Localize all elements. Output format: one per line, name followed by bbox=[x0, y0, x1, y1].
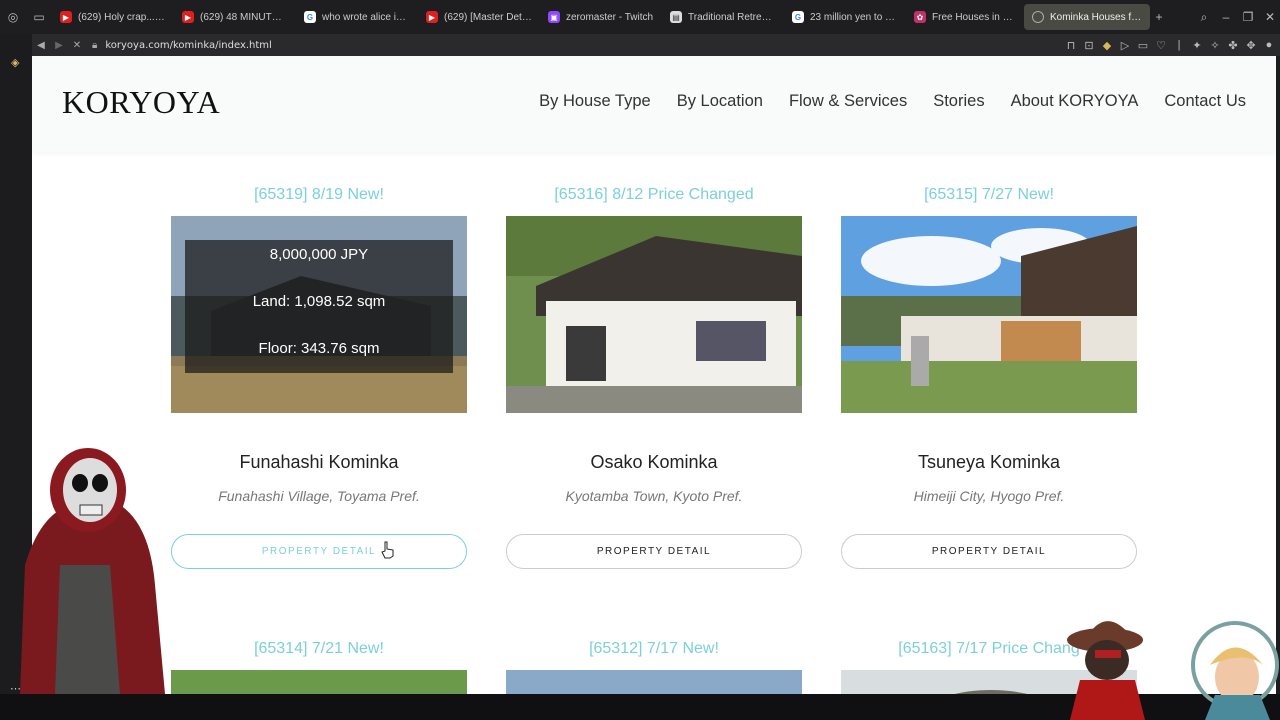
site-icon: ✿ bbox=[914, 11, 926, 23]
bookmark-icon[interactable]: ♡ bbox=[1154, 39, 1168, 52]
listing-photo[interactable] bbox=[506, 670, 802, 694]
close-icon[interactable]: ✕ bbox=[1260, 10, 1280, 25]
extension-icon[interactable]: ✦ bbox=[1190, 39, 1204, 52]
restore-icon[interactable]: ❐ bbox=[1238, 10, 1258, 25]
url-field[interactable]: 🔒︎ koryoya.com/kominka/index.html bbox=[92, 40, 272, 51]
new-tab-icon[interactable]: + bbox=[1150, 0, 1168, 34]
listing-tag[interactable]: [65316] 8/12 Price Changed bbox=[506, 186, 802, 204]
listing-price: 8,000,000 JPY bbox=[269, 246, 369, 263]
pin-icon[interactable]: ⊓ bbox=[1064, 39, 1078, 52]
nav-by-location[interactable]: By Location bbox=[677, 92, 763, 111]
listing-tag[interactable]: [65314] 7/21 New! bbox=[171, 640, 467, 658]
listing-photo[interactable]: 8,000,000 JPY Land: 1,098.52 sqm Floor: … bbox=[171, 216, 467, 413]
property-detail-button[interactable]: PROPERTY DETAIL bbox=[171, 534, 467, 569]
listing-tag[interactable]: [65312] 7/17 New! bbox=[506, 640, 802, 658]
browser-tab[interactable]: ▣ zeromaster - Twitch bbox=[540, 4, 662, 30]
browser-tab[interactable]: ▶ (629) 48 MINUTES OF I bbox=[174, 4, 296, 30]
property-detail-button[interactable]: PROPERTY DETAIL bbox=[506, 534, 802, 569]
listing-name[interactable]: Funahashi Kominka bbox=[171, 452, 467, 473]
nav-stories[interactable]: Stories bbox=[933, 92, 984, 111]
listing-land: Land: 1,098.52 sqm bbox=[252, 293, 386, 310]
listing-photo[interactable] bbox=[171, 670, 467, 694]
listing-card: [65314] 7/21 New! bbox=[171, 640, 467, 694]
profile-icon[interactable]: ● bbox=[1262, 39, 1276, 52]
youtube-icon: ▶ bbox=[426, 11, 438, 23]
divider: | bbox=[1177, 38, 1181, 51]
listing-name[interactable]: Osako Kominka bbox=[506, 452, 802, 473]
browser-tab[interactable]: G who wrote alice in wond bbox=[296, 4, 418, 30]
browser-tab[interactable]: G 23 million yen to usd - G bbox=[784, 4, 906, 30]
streamer-avatar-left bbox=[20, 448, 165, 694]
youtube-icon: ▶ bbox=[60, 11, 72, 23]
listing-info-overlay: 8,000,000 JPY Land: 1,098.52 sqm Floor: … bbox=[185, 240, 453, 373]
play-icon[interactable]: ▷ bbox=[1118, 39, 1132, 52]
browser-tab-active[interactable]: Kominka Houses for sale bbox=[1024, 4, 1150, 30]
site-logo[interactable]: KORYOYA bbox=[62, 84, 220, 121]
property-detail-button[interactable]: PROPERTY DETAIL bbox=[841, 534, 1137, 569]
browser-tab[interactable]: ▶ (629) [Master Detective bbox=[418, 4, 540, 30]
hand-cursor-icon bbox=[381, 541, 394, 559]
extension-icon[interactable]: ✥ bbox=[1244, 39, 1258, 52]
listing-card: [65315] 7/27 New! Tsuneya Kominka Himeij… bbox=[841, 186, 1137, 576]
listing-card: [65312] 7/17 New! bbox=[506, 640, 802, 694]
search-icon[interactable]: ⌕ bbox=[1194, 10, 1214, 25]
wallet-icon[interactable]: ▭ bbox=[1136, 39, 1150, 52]
nav-contact[interactable]: Contact Us bbox=[1164, 92, 1246, 111]
minimize-icon[interactable]: – bbox=[1216, 10, 1236, 25]
listing-location: Himeiji City, Hyogo Pref. bbox=[913, 488, 1065, 504]
forward-icon[interactable]: ▶ bbox=[50, 40, 68, 51]
browser-tab[interactable]: ✿ Free Houses in Japan: A bbox=[906, 4, 1024, 30]
listing-card: [65316] 8/12 Price Changed Osako Kominka… bbox=[506, 186, 802, 576]
web-page: KORYOYA By House Type By Location Flow &… bbox=[32, 56, 1276, 694]
nav-by-house-type[interactable]: By House Type bbox=[539, 92, 651, 111]
browser-menu-icon[interactable]: ◎ bbox=[0, 0, 26, 34]
browser-tab[interactable]: ▶ (629) Holy crap... Texas bbox=[52, 4, 174, 30]
google-icon: G bbox=[304, 11, 316, 23]
twitch-icon: ▣ bbox=[548, 11, 560, 23]
browser-tab-bar: ◎ ▭ ▶ (629) Holy crap... Texas ▶ (629) 4… bbox=[0, 0, 1280, 34]
google-icon: G bbox=[792, 11, 804, 23]
listing-photo[interactable] bbox=[841, 216, 1137, 413]
extension-icon[interactable]: ✤ bbox=[1226, 39, 1240, 52]
window-controls: ⌕ – ❐ ✕ bbox=[1194, 10, 1280, 25]
listing-floor: Floor: 343.76 sqm bbox=[258, 340, 380, 357]
listing-name[interactable]: Tsuneya Kominka bbox=[841, 452, 1137, 473]
stop-loading-icon[interactable]: ✕ bbox=[68, 40, 86, 51]
site-nav: By House Type By Location Flow & Service… bbox=[539, 92, 1246, 111]
listing-photo[interactable] bbox=[506, 216, 802, 413]
shield-icon[interactable]: ◆ bbox=[1100, 39, 1114, 52]
nav-about[interactable]: About KORYOYA bbox=[1011, 92, 1139, 111]
snapshot-icon[interactable]: ⊡ bbox=[1082, 39, 1096, 52]
extension-icon[interactable]: ✧ bbox=[1208, 39, 1222, 52]
tab-manager-icon[interactable]: ▭ bbox=[26, 0, 52, 34]
listing-tag[interactable]: [65315] 7/27 New! bbox=[841, 186, 1137, 204]
youtube-icon: ▶ bbox=[182, 11, 194, 23]
browser-tab[interactable]: ▤ Traditional Retreat in Od bbox=[662, 4, 784, 30]
streamer-avatars-right bbox=[1067, 621, 1279, 720]
back-icon[interactable]: ◀ bbox=[32, 40, 50, 51]
sidebar-app-icon[interactable]: ◈ bbox=[11, 56, 19, 69]
listing-location: Kyotamba Town, Kyoto Pref. bbox=[565, 488, 743, 504]
listing-tag[interactable]: [65319] 8/19 New! bbox=[171, 186, 467, 204]
nav-flow-services[interactable]: Flow & Services bbox=[789, 92, 907, 111]
loading-icon bbox=[1032, 11, 1044, 23]
listing-location: Funahashi Village, Toyama Pref. bbox=[218, 488, 420, 504]
page-icon: ▤ bbox=[670, 11, 682, 23]
lock-icon: 🔒︎ bbox=[92, 39, 98, 51]
address-bar: ◀ ▶ ✕ 🔒︎ koryoya.com/kominka/index.html … bbox=[32, 34, 1280, 56]
listing-card: [65319] 8/19 New! 8,000,000 JPY Land: 1,… bbox=[171, 186, 467, 576]
site-header: KORYOYA By House Type By Location Flow &… bbox=[32, 56, 1276, 152]
